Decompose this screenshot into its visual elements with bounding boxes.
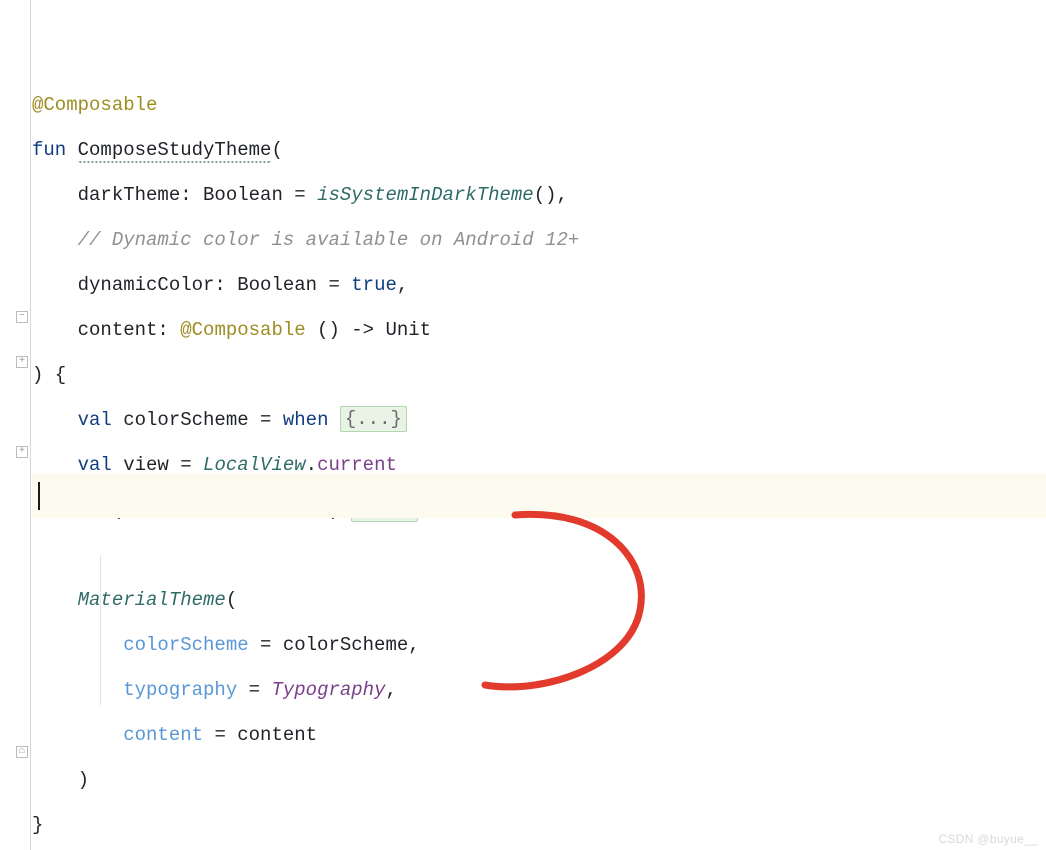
function-name: ComposeStudyTheme	[78, 139, 272, 163]
code-editor[interactable]: @Composable fun ComposeStudyTheme( darkT…	[0, 0, 1046, 850]
literal-true: true	[351, 274, 397, 296]
param-dynamicColor: dynamicColor: Boolean =	[78, 274, 352, 296]
indent	[32, 184, 78, 206]
fold-toggle-end[interactable]	[16, 746, 28, 758]
call-isSystemInDarkTheme: isSystemInDarkTheme	[317, 184, 534, 206]
fold-toggle-if[interactable]	[16, 446, 28, 458]
annotation-inline: @Composable	[180, 319, 305, 341]
decl-colorScheme: colorScheme =	[123, 409, 283, 431]
text-caret	[38, 482, 40, 510]
code-area[interactable]: @Composable fun ComposeStudyTheme( darkT…	[32, 0, 1046, 850]
named-arg-colorScheme: colorScheme	[123, 634, 248, 656]
keyword-when: when	[283, 409, 329, 431]
ref-Typography: Typography	[271, 679, 385, 701]
indent	[32, 634, 123, 656]
indent	[32, 229, 78, 251]
indent-guide	[100, 555, 101, 705]
indent	[32, 274, 78, 296]
folded-region-when[interactable]: {...}	[340, 406, 407, 432]
fold-toggle-function[interactable]	[16, 311, 28, 323]
fold-toggle-when[interactable]	[16, 356, 28, 368]
keyword-fun: fun	[32, 139, 78, 161]
indent	[32, 409, 78, 431]
paren-close: )	[78, 769, 89, 791]
gutter-line	[30, 0, 31, 850]
watermark: CSDN @buyue__	[939, 832, 1038, 846]
indent	[32, 319, 78, 341]
paren-close-brace: ) {	[32, 364, 66, 386]
eq-expr: = content	[203, 724, 317, 746]
paren-open: (	[226, 589, 237, 611]
eq: =	[237, 679, 271, 701]
indent	[32, 769, 78, 791]
param-content: content:	[78, 319, 181, 341]
gutter	[0, 0, 32, 850]
named-arg-typography: typography	[123, 679, 237, 701]
param-darkTheme: darkTheme: Boolean =	[78, 184, 317, 206]
comma: ,	[397, 274, 408, 296]
type-lambda: () -> Unit	[306, 319, 431, 341]
keyword-val: val	[78, 409, 124, 431]
eq-expr: = colorScheme,	[249, 634, 420, 656]
paren-open: (	[271, 139, 282, 161]
indent	[32, 724, 123, 746]
brace-close: }	[32, 814, 43, 836]
comma: ,	[386, 679, 397, 701]
comment: // Dynamic color is available on Android…	[78, 229, 580, 251]
indent	[32, 589, 78, 611]
tail: (),	[534, 184, 568, 206]
indent	[32, 679, 123, 701]
annotation: @Composable	[32, 94, 157, 116]
named-arg-content: content	[123, 724, 203, 746]
cursor-line-highlight	[32, 473, 1046, 518]
